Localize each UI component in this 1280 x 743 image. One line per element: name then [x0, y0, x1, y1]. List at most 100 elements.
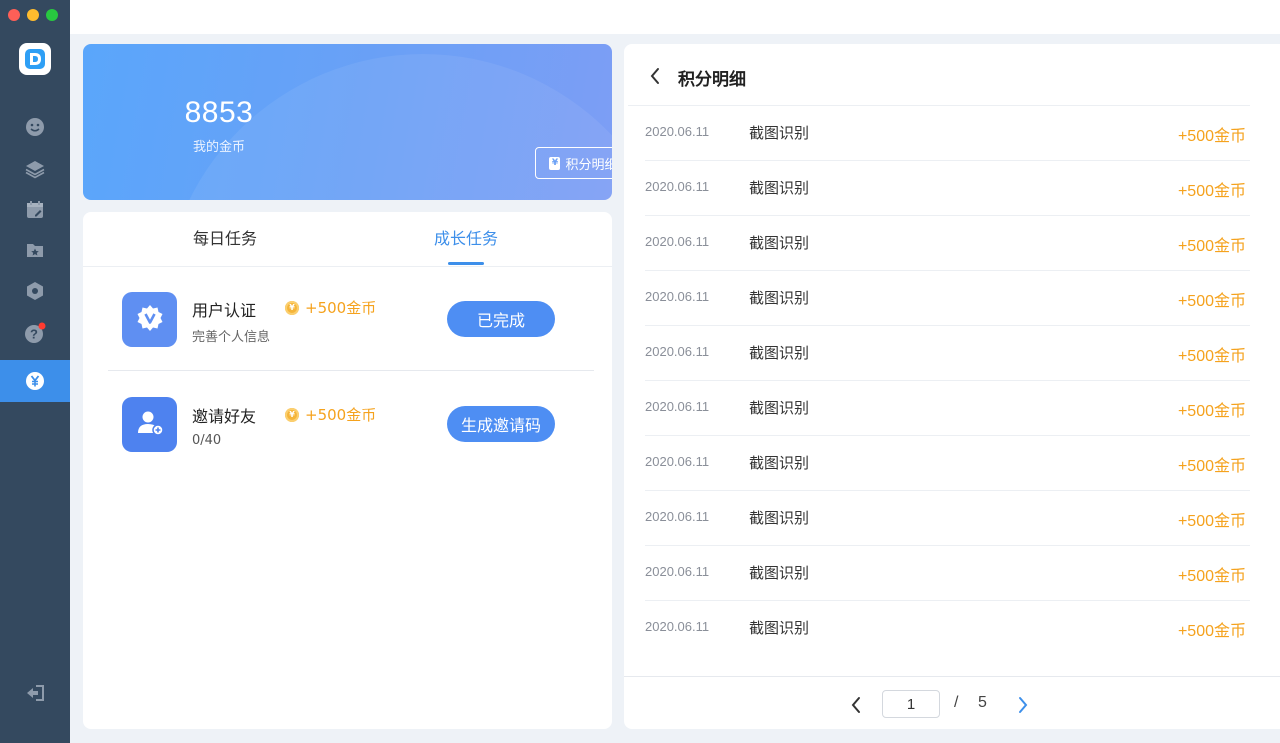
back-button[interactable] — [648, 66, 662, 86]
record-amount: +500金币 — [1177, 293, 1246, 310]
record-date: 2020.06.11 — [645, 124, 710, 139]
app-logo — [19, 43, 51, 75]
task-title: 邀请好友 — [192, 407, 257, 426]
task-reward-amount: +500金币 — [305, 406, 377, 424]
record-description: 截图识别 — [749, 454, 810, 472]
record-date: 2020.06.11 — [645, 564, 710, 579]
svg-text:?: ? — [30, 327, 38, 342]
task-progress: 0/40 — [192, 433, 222, 448]
nav-item-help[interactable]: ? — [0, 312, 70, 354]
nav-item-settings[interactable] — [0, 270, 70, 312]
record-amount: +500金币 — [1177, 348, 1246, 365]
coin-amount-label: 我的金币 — [192, 140, 245, 155]
points-detail-panel: 积分明细 2020.06.11 截图识别 +500金币 2020.06.11 截图识别 +… — [624, 44, 1280, 729]
record-date: 2020.06.11 — [645, 344, 710, 359]
task-item-invite: 邀请好友 ¥ +500金币 0/40 生成邀请码 — [108, 372, 594, 472]
window-controls — [8, 9, 58, 21]
prev-page-button[interactable] — [849, 695, 863, 715]
logout-icon — [25, 683, 45, 703]
task-reward: ¥ +500金币 — [285, 404, 376, 425]
record-date: 2020.06.11 — [645, 619, 710, 634]
task-panel: 每日任务 成长任务 用户认证 ¥ +500金币 完善个人信息 已完成 邀请好友 … — [83, 212, 612, 729]
coin-balance-card: 8853 我的金币 ¥ 积分明细 — [83, 44, 612, 200]
add-user-icon — [135, 408, 165, 442]
coin-icon: ¥ — [285, 300, 299, 315]
sidebar: ? — [0, 0, 70, 743]
record-description: 截图识别 — [749, 564, 810, 582]
coin-icon: ¥ — [285, 407, 299, 422]
calendar-edit-icon — [25, 200, 45, 220]
nav-item-calendar[interactable] — [0, 189, 70, 231]
record-date: 2020.06.11 — [645, 234, 710, 249]
task-subtitle: 完善个人信息 — [192, 330, 271, 345]
task-reward: ¥ +500金币 — [285, 297, 376, 318]
points-record-row: 2020.06.11 截图识别 +500金币 — [645, 106, 1250, 161]
layers-icon — [25, 159, 45, 179]
close-window-button[interactable] — [8, 9, 20, 21]
record-amount: +500金币 — [1177, 403, 1246, 420]
pagination: / 5 — [624, 676, 1280, 729]
record-date: 2020.06.11 — [645, 509, 710, 524]
points-record-row: 2020.06.11 截图识别 +500金币 — [645, 271, 1250, 326]
points-record-row: 2020.06.11 截图识别 +500金币 — [645, 436, 1250, 491]
points-record-row: 2020.06.11 截图识别 +500金币 — [645, 601, 1250, 656]
hexagon-settings-icon — [25, 281, 45, 301]
star-folder-icon — [25, 240, 45, 260]
points-record-row: 2020.06.11 截图识别 +500金币 — [645, 491, 1250, 546]
minimize-window-button[interactable] — [27, 9, 39, 21]
yen-coin-icon — [25, 371, 45, 391]
nav-item-coins[interactable] — [0, 360, 70, 402]
task-icon-tile — [122, 397, 177, 452]
record-amount: +500金币 — [1177, 183, 1246, 200]
chevron-left-icon — [851, 697, 860, 713]
record-description: 截图识别 — [749, 509, 810, 527]
yen-small-icon: ¥ — [549, 156, 561, 170]
points-record-row: 2020.06.11 截图识别 +500金币 — [645, 326, 1250, 381]
points-detail-button[interactable]: ¥ 积分明细 — [535, 147, 612, 179]
chevron-right-icon — [1019, 697, 1028, 713]
points-detail-button-label: 积分明细 — [565, 157, 612, 173]
coin-amount: 8853 — [184, 96, 254, 129]
record-date: 2020.06.11 — [645, 289, 710, 304]
page-separator: / — [954, 694, 959, 711]
active-tab-indicator — [448, 262, 484, 265]
page-title: 积分明细 — [678, 70, 746, 90]
task-reward-amount: +500金币 — [305, 299, 377, 317]
nav-item-face[interactable] — [0, 106, 70, 148]
nav-item-layers[interactable] — [0, 148, 70, 190]
task-tabs: 每日任务 成长任务 — [83, 212, 612, 267]
record-date: 2020.06.11 — [645, 399, 710, 414]
generate-invite-code-button[interactable]: 生成邀请码 — [447, 406, 555, 442]
points-detail-header: 积分明细 — [628, 44, 1250, 106]
task-completed-button[interactable]: 已完成 — [447, 301, 555, 337]
record-description: 截图识别 — [749, 344, 810, 362]
tab-daily-tasks[interactable]: 每日任务 — [175, 212, 275, 266]
logout-button[interactable] — [0, 672, 70, 714]
page-number-input[interactable] — [882, 690, 940, 718]
record-amount: +500金币 — [1177, 238, 1246, 255]
record-amount: +500金币 — [1177, 458, 1246, 475]
points-record-row: 2020.06.11 截图识别 +500金币 — [645, 381, 1250, 436]
record-date: 2020.06.11 — [645, 179, 710, 194]
chevron-left-icon — [650, 68, 659, 84]
help-icon: ? — [24, 322, 46, 344]
record-description: 截图识别 — [749, 289, 810, 307]
points-record-row: 2020.06.11 截图识别 +500金币 — [645, 546, 1250, 601]
top-bar — [70, 0, 1280, 34]
points-record-row: 2020.06.11 截图识别 +500金币 — [645, 216, 1250, 271]
task-icon-tile — [122, 292, 177, 347]
record-amount: +500金币 — [1177, 623, 1246, 640]
task-title: 用户认证 — [192, 301, 257, 320]
record-description: 截图识别 — [749, 124, 810, 142]
points-record-row: 2020.06.11 截图识别 +500金币 — [645, 161, 1250, 216]
record-description: 截图识别 — [749, 619, 810, 637]
task-item-verification: 用户认证 ¥ +500金币 完善个人信息 已完成 — [108, 268, 594, 371]
record-amount: +500金币 — [1177, 568, 1246, 585]
tab-growth-tasks[interactable]: 成长任务 — [416, 212, 516, 266]
zoom-window-button[interactable] — [46, 9, 58, 21]
verified-badge-icon — [135, 303, 165, 337]
record-date: 2020.06.11 — [645, 454, 710, 469]
record-amount: +500金币 — [1177, 128, 1246, 145]
next-page-button[interactable] — [1016, 695, 1030, 715]
nav-item-favorites[interactable] — [0, 229, 70, 271]
